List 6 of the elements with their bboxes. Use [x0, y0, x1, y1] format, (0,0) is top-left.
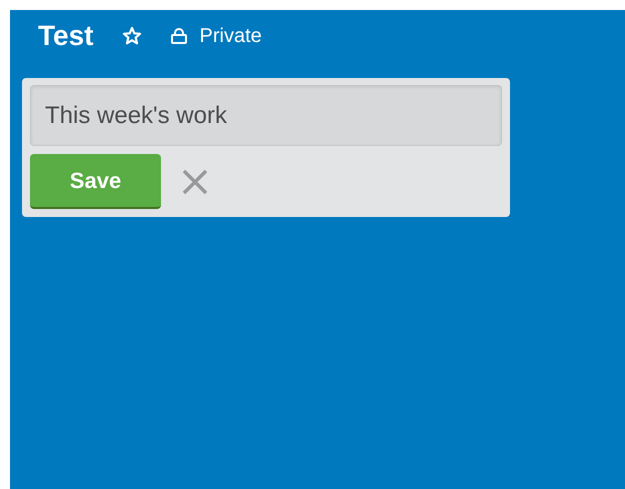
list-name-field[interactable]: This week's work: [30, 85, 502, 146]
save-button[interactable]: Save: [30, 154, 161, 209]
board-title[interactable]: Test: [38, 20, 94, 52]
star-icon[interactable]: [122, 26, 142, 46]
visibility-button[interactable]: Private: [170, 24, 262, 48]
lock-icon: [170, 28, 188, 44]
